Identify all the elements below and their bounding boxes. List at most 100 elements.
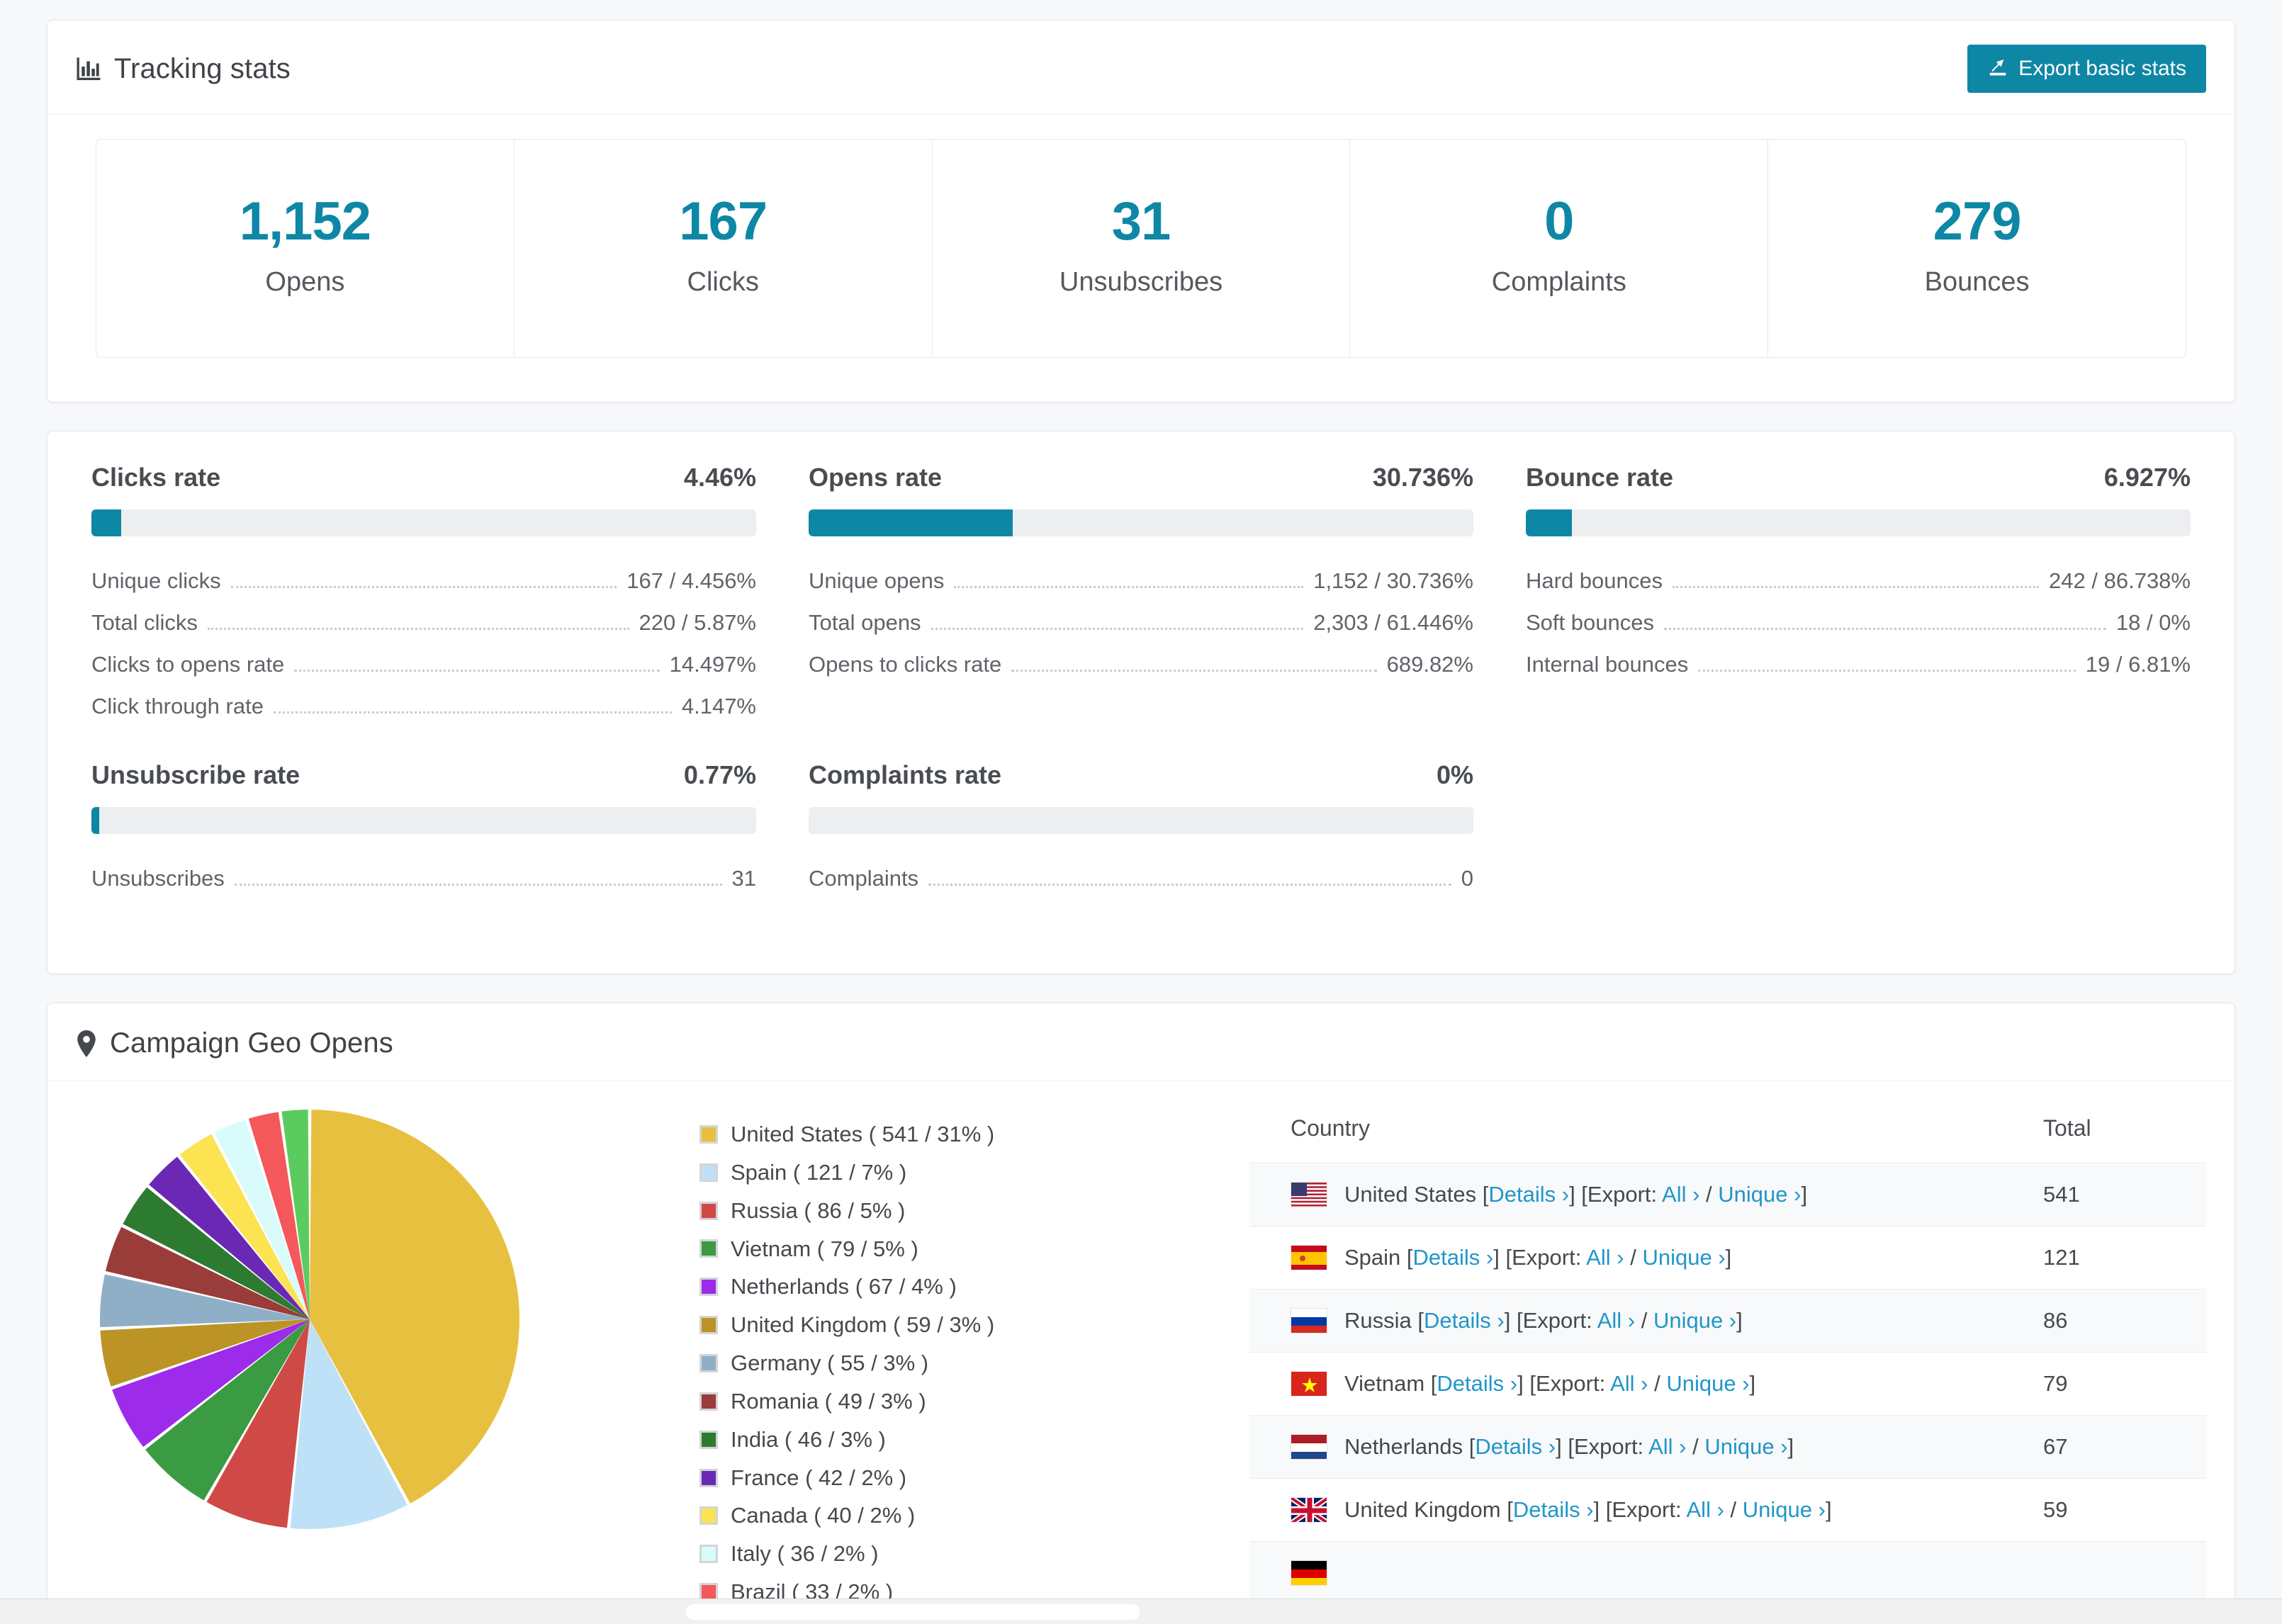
leader-dots <box>207 628 629 630</box>
rate-progress-track <box>809 807 1473 834</box>
stat-unsubscribes-label: Unsubscribes <box>1059 267 1223 297</box>
country-name: Spain <box>1344 1245 1401 1270</box>
legend-item[interactable]: India ( 46 / 3% ) <box>699 1421 1210 1459</box>
export-separator: / <box>1641 1308 1648 1333</box>
table-row: Spain [Details ›] [Export: All › / Uniqu… <box>1249 1226 2206 1290</box>
export-unique-link[interactable]: Unique › <box>1653 1308 1736 1333</box>
export-separator: / <box>1730 1497 1737 1522</box>
cell-total <box>2036 1541 2206 1605</box>
table-row: Russia [Details ›] [Export: All › / Uniq… <box>1249 1289 2206 1353</box>
export-unique-link[interactable]: Unique › <box>1666 1371 1749 1396</box>
details-link[interactable]: Details › <box>1513 1497 1594 1522</box>
legend-swatch <box>699 1353 718 1372</box>
details-link[interactable]: Details › <box>1424 1308 1505 1333</box>
export-separator: / <box>1630 1245 1636 1270</box>
export-unique-link[interactable]: Unique › <box>1642 1245 1725 1270</box>
horizontal-scrollbar-thumb[interactable] <box>686 1604 1140 1620</box>
legend-item[interactable]: Vietnam ( 79 / 5% ) <box>699 1230 1210 1268</box>
rate-header: Clicks rate 4.46% <box>91 463 756 492</box>
rate-name: Clicks rate <box>91 463 221 492</box>
leader-dots <box>294 670 660 672</box>
legend-item[interactable]: United States ( 541 / 31% ) <box>699 1115 1210 1154</box>
leader-dots <box>1673 586 2040 588</box>
legend-item[interactable]: Netherlands ( 67 / 4% ) <box>699 1268 1210 1306</box>
export-all-link[interactable]: All › <box>1687 1497 1724 1522</box>
country-cell: Vietnam [Details ›] [Export: All › / Uni… <box>1291 1371 2022 1397</box>
rate-progress-fill <box>91 807 100 834</box>
details-link[interactable]: Details › <box>1488 1182 1569 1207</box>
export-prefix-label: [Export: <box>1581 1182 1658 1207</box>
legend-item[interactable]: Italy ( 36 / 2% ) <box>699 1535 1210 1573</box>
rate-progress-fill <box>809 509 1013 536</box>
export-all-link[interactable]: All › <box>1597 1308 1635 1333</box>
rate-block-clicks-rate: Clicks rate 4.46% Unique clicks 167 / 4.456… <box>91 463 756 760</box>
export-separator: / <box>1654 1371 1660 1396</box>
flag-nl-icon <box>1291 1434 1327 1460</box>
export-button-label: Export basic stats <box>2018 57 2186 80</box>
tracking-stats-title-text: Tracking stats <box>114 52 291 84</box>
legend-label: Canada ( 40 / 2% ) <box>731 1503 916 1528</box>
rate-detail-rows: Complaints 0 <box>809 858 1473 900</box>
country-label-group: Netherlands [Details ›] [Export: All › /… <box>1344 1434 1794 1460</box>
stat-bounces-value: 279 <box>1933 191 2022 252</box>
rate-detail-row: Hard bounces 242 / 86.738% <box>1526 560 2191 602</box>
legend-item[interactable]: Spain ( 121 / 7% ) <box>699 1154 1210 1192</box>
export-all-link[interactable]: All › <box>1586 1245 1624 1270</box>
legend-item[interactable]: Canada ( 40 / 2% ) <box>699 1496 1210 1535</box>
geo-table-header-row: Country Total <box>1249 1100 2206 1163</box>
rate-block-complaints-rate: Complaints rate 0% Complaints 0 <box>809 760 1473 932</box>
legend-item[interactable]: Romania ( 49 / 3% ) <box>699 1382 1210 1421</box>
export-unique-link[interactable]: Unique › <box>1718 1182 1801 1207</box>
export-all-link[interactable]: All › <box>1648 1434 1686 1459</box>
geo-pie-chart-column <box>76 1100 699 1532</box>
rate-block-opens-rate: Opens rate 30.736% Unique opens 1,152 / 30.… <box>809 463 1473 760</box>
leader-dots <box>954 586 1304 588</box>
export-prefix-label: [Export: <box>1605 1497 1682 1522</box>
details-link[interactable]: Details › <box>1413 1245 1494 1270</box>
bracket-close-2: ] <box>1749 1371 1756 1396</box>
rate-detail-value: 19 / 6.81% <box>2085 652 2191 677</box>
geo-title: Campaign Geo Opens <box>76 1027 393 1059</box>
stat-opens: 1,152 Opens <box>96 140 515 357</box>
country-name: Netherlands <box>1344 1434 1463 1459</box>
details-link[interactable]: Details › <box>1437 1371 1517 1396</box>
geo-table-column: Country Total United States [Details ›] … <box>1210 1100 2206 1624</box>
country-name: United Kingdom <box>1344 1497 1501 1522</box>
export-all-link[interactable]: All › <box>1662 1182 1699 1207</box>
cell-total: 121 <box>2036 1226 2206 1290</box>
export-basic-stats-button[interactable]: Export basic stats <box>1967 45 2206 93</box>
cell-country: United States [Details ›] [Export: All ›… <box>1249 1163 2036 1227</box>
rate-detail-label: Unique opens <box>809 568 945 593</box>
bracket-close: ] <box>1556 1434 1568 1459</box>
legend-swatch <box>699 1468 718 1487</box>
rate-detail-rows: Unique clicks 167 / 4.456% Total clicks 220… <box>91 560 756 728</box>
rate-detail-value: 18 / 0% <box>2115 610 2191 635</box>
legend-item[interactable]: United Kingdom ( 59 / 3% ) <box>699 1306 1210 1344</box>
stat-complaints: 0 Complaints <box>1350 140 1769 357</box>
legend-item[interactable]: Russia ( 86 / 5% ) <box>699 1192 1210 1230</box>
rate-progress-fill <box>1526 509 1572 536</box>
details-link[interactable]: Details › <box>1475 1434 1556 1459</box>
rate-detail-value: 167 / 4.456% <box>626 568 756 593</box>
legend-item[interactable]: France ( 42 / 2% ) <box>699 1459 1210 1497</box>
country-label-group: United Kingdom [Details ›] [Export: All … <box>1344 1497 1832 1523</box>
export-unique-link[interactable]: Unique › <box>1743 1497 1826 1522</box>
export-all-link[interactable]: All › <box>1610 1371 1648 1396</box>
cell-country: Russia [Details ›] [Export: All › / Uniq… <box>1249 1289 2036 1353</box>
legend-swatch <box>699 1239 718 1258</box>
geo-legend: United States ( 541 / 31% ) Spain ( 121 /… <box>699 1100 1210 1624</box>
leader-dots <box>931 628 1304 630</box>
rate-detail-value: 242 / 86.738% <box>2049 568 2191 593</box>
horizontal-scrollbar[interactable] <box>0 1598 2282 1624</box>
bar-chart-icon <box>76 56 101 81</box>
rate-detail-row: Unique opens 1,152 / 30.736% <box>809 560 1473 602</box>
rates-grid: Clicks rate 4.46% Unique clicks 167 / 4.456… <box>47 432 2235 974</box>
legend-label: United States ( 541 / 31% ) <box>731 1122 995 1146</box>
legend-label: Vietnam ( 79 / 5% ) <box>731 1236 918 1261</box>
rate-progress-track <box>91 509 756 536</box>
stat-clicks-value: 167 <box>679 191 768 252</box>
legend-item[interactable]: Germany ( 55 / 3% ) <box>699 1344 1210 1382</box>
country-name: Russia <box>1344 1308 1412 1333</box>
leader-dots <box>928 884 1451 886</box>
export-unique-link[interactable]: Unique › <box>1704 1434 1787 1459</box>
